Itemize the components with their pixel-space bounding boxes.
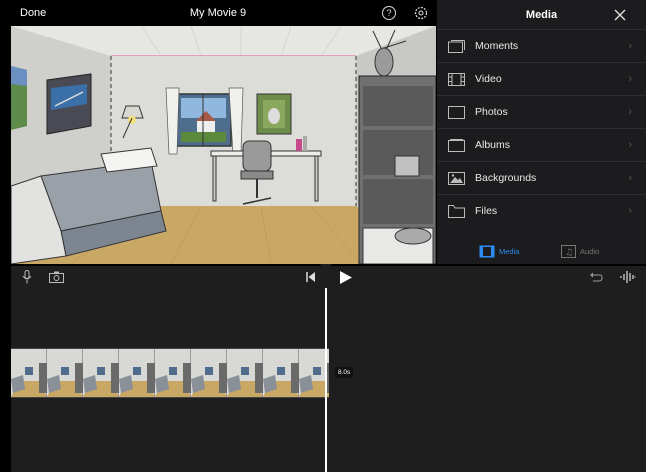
media-item-albums[interactable]: Albums ›	[437, 129, 646, 162]
media-item-label: Video	[475, 73, 502, 85]
playhead[interactable]	[325, 288, 327, 472]
audio-waveform-icon[interactable]	[620, 270, 636, 284]
svg-text:♫: ♫	[565, 248, 573, 258]
clip-thumbnails	[11, 349, 329, 397]
photos-icon	[448, 106, 465, 119]
chevron-right-icon: ›	[628, 73, 632, 85]
media-item-moments[interactable]: Moments ›	[437, 30, 646, 63]
project-title: My Movie 9	[189, 7, 247, 19]
media-header: Media	[437, 0, 646, 30]
skip-back-icon[interactable]	[306, 272, 315, 282]
chevron-right-icon: ›	[628, 139, 632, 151]
close-icon[interactable]	[614, 9, 626, 21]
media-list: Moments › Video › Photos › Albums › Back…	[437, 30, 646, 228]
backgrounds-icon	[448, 172, 465, 185]
camera-icon[interactable]	[49, 271, 64, 283]
files-icon	[448, 205, 465, 218]
chevron-right-icon: ›	[628, 205, 632, 217]
video-clip[interactable]	[11, 348, 329, 398]
microphone-icon[interactable]	[22, 270, 32, 284]
chevron-right-icon: ›	[628, 106, 632, 118]
music-note-icon: ♫	[561, 244, 576, 258]
bedroom-illustration	[11, 26, 436, 264]
tab-audio-label: Audio	[580, 246, 600, 256]
left-gutter	[0, 0, 11, 472]
tab-media-label: Media	[499, 246, 520, 256]
clip-duration-badge: 8.0s	[335, 367, 354, 378]
media-item-label: Moments	[475, 40, 519, 52]
media-item-photos[interactable]: Photos ›	[437, 96, 646, 129]
media-item-label: Files	[475, 205, 498, 217]
media-item-label: Albums	[475, 139, 511, 151]
top-bar: Done My Movie 9 ?	[0, 0, 436, 26]
media-item-backgrounds[interactable]: Backgrounds ›	[437, 162, 646, 195]
playhead-marker-icon[interactable]	[320, 264, 332, 272]
video-viewer[interactable]	[11, 26, 436, 264]
help-icon[interactable]: ?	[382, 6, 396, 20]
chevron-right-icon: ›	[628, 172, 632, 184]
tab-media[interactable]: Media	[479, 243, 519, 259]
gear-icon[interactable]	[414, 6, 428, 20]
media-item-files[interactable]: Files ›	[437, 195, 646, 228]
media-item-label: Backgrounds	[475, 172, 537, 184]
tab-audio[interactable]: ♫ Audio	[561, 243, 599, 259]
media-tab-bar: Media ♫ Audio	[437, 238, 646, 264]
albums-icon	[448, 139, 465, 152]
undo-icon[interactable]	[589, 270, 603, 284]
play-icon[interactable]	[340, 271, 352, 284]
filmstrip-icon	[479, 245, 495, 257]
media-item-video[interactable]: Video ›	[437, 63, 646, 96]
chevron-right-icon: ›	[628, 40, 632, 52]
media-item-label: Photos	[475, 106, 508, 118]
moments-icon	[448, 40, 465, 53]
media-panel: Media Moments › Video › Photos › Albums …	[437, 0, 646, 264]
video-icon	[448, 73, 465, 86]
timeline[interactable]: 8.0s	[11, 288, 646, 472]
